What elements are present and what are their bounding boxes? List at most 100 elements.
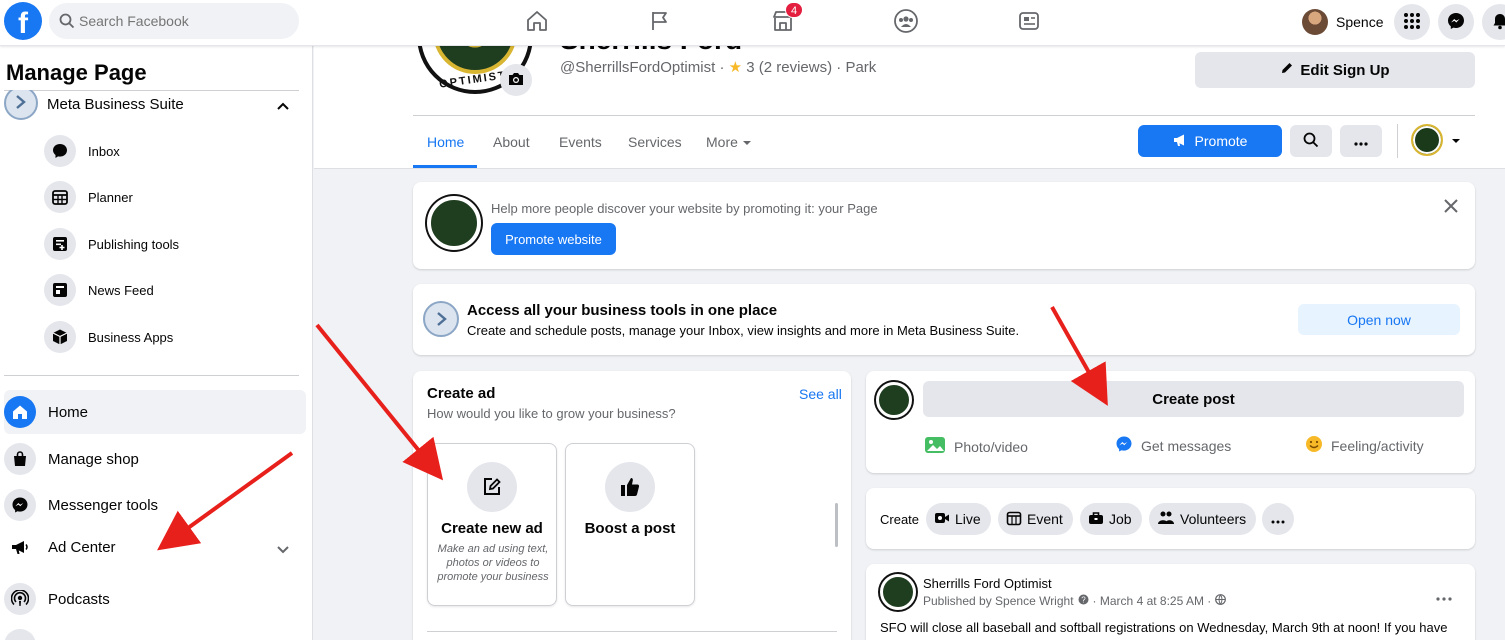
thumbs-up-icon xyxy=(605,462,655,512)
tab-about[interactable]: About xyxy=(493,134,530,150)
tabs-divider xyxy=(413,115,1475,116)
suite-card-title: Access all your business tools in one pl… xyxy=(467,302,778,319)
chevron-up-icon[interactable] xyxy=(276,98,290,114)
tab-services[interactable]: Services xyxy=(628,134,682,150)
sidebar-item-label: Ad Center xyxy=(48,538,116,556)
sidebar-item-label: Business Apps xyxy=(88,329,174,345)
photo-icon xyxy=(924,435,946,458)
menu-button[interactable] xyxy=(1394,4,1430,40)
tab-events[interactable]: Events xyxy=(559,134,602,150)
tab-home[interactable]: Home xyxy=(427,134,464,150)
caret-down-icon xyxy=(742,134,752,150)
help-icon[interactable]: ? xyxy=(1078,594,1089,608)
post-card: Sherrills Ford Optimist Published by Spe… xyxy=(866,564,1475,640)
chip-job[interactable]: Job xyxy=(1080,503,1142,535)
close-icon[interactable] xyxy=(1443,198,1459,217)
create-new-ad-title: Create new ad xyxy=(441,520,543,537)
open-now-button[interactable]: Open now xyxy=(1298,304,1460,335)
page-switcher[interactable] xyxy=(1411,124,1461,156)
edit-sign-up-label: Edit Sign Up xyxy=(1300,61,1390,79)
newspaper-icon xyxy=(1017,9,1041,36)
create-post-button[interactable]: Create post xyxy=(923,381,1464,417)
feeling-activity-action[interactable]: Feeling/activity xyxy=(1305,435,1424,456)
post-publisher: Published by Spence Wright xyxy=(923,594,1074,608)
user-name: Spence xyxy=(1336,14,1384,30)
chip-job-label: Job xyxy=(1109,511,1132,527)
chat-bubble-icon xyxy=(44,135,76,167)
sidebar-item-publishing-tools[interactable]: Publishing tools xyxy=(44,227,179,261)
edit-sign-up-button[interactable]: Edit Sign Up xyxy=(1195,52,1475,88)
nav-news[interactable] xyxy=(1007,0,1051,44)
sidebar-next-item[interactable] xyxy=(4,629,36,640)
cube-icon xyxy=(44,321,76,353)
chip-live-label: Live xyxy=(955,511,981,527)
boost-post-tile[interactable]: Boost a post xyxy=(565,443,695,606)
promote-label: Promote xyxy=(1194,133,1248,149)
page-avatar-small xyxy=(427,196,481,250)
scrollbar[interactable] xyxy=(835,503,838,547)
chip-event-label: Event xyxy=(1027,511,1063,527)
news-feed-icon xyxy=(44,274,76,306)
promote-website-button[interactable]: Promote website xyxy=(491,223,616,255)
sidebar-item-manage-shop[interactable]: Manage shop xyxy=(4,437,306,481)
suite-card-text: Create and schedule posts, manage your I… xyxy=(467,323,1020,338)
sidebar-item-home[interactable]: Home xyxy=(4,390,306,434)
promote-website-card: Help more people discover your website b… xyxy=(413,182,1475,269)
photo-video-action[interactable]: Photo/video xyxy=(924,435,1028,458)
profile-shortcut[interactable]: Spence xyxy=(1302,8,1383,36)
nav-marketplace[interactable]: 4 xyxy=(761,0,805,44)
nav-home[interactable] xyxy=(515,0,559,44)
header-separator xyxy=(1397,124,1398,158)
notifications-button[interactable] xyxy=(1482,4,1505,40)
messenger-button[interactable] xyxy=(1438,4,1474,40)
sidebar-item-podcasts[interactable]: Podcasts xyxy=(4,577,306,621)
volunteers-icon xyxy=(1157,510,1180,529)
megaphone-icon xyxy=(1173,133,1189,150)
messenger-icon xyxy=(1447,12,1465,33)
create-label: Create xyxy=(880,512,920,527)
promote-button[interactable]: Promote xyxy=(1138,125,1282,157)
sidebar-item-business-apps[interactable]: Business Apps xyxy=(44,320,173,354)
chip-more[interactable] xyxy=(1262,503,1294,535)
sidebar-item-messenger-tools[interactable]: Messenger tools xyxy=(4,483,306,527)
see-all-link[interactable]: See all xyxy=(799,386,842,402)
sidebar-item-news-feed[interactable]: News Feed xyxy=(44,273,154,307)
post-date[interactable]: March 4 at 8:25 AM xyxy=(1100,594,1204,608)
create-new-ad-tile[interactable]: Create new ad Make an ad using text, pho… xyxy=(427,443,557,606)
nav-groups[interactable] xyxy=(884,0,928,44)
sidebar-item-ad-center[interactable]: Ad Center xyxy=(4,525,306,569)
search-box[interactable] xyxy=(49,3,299,39)
search-icon xyxy=(1303,132,1319,151)
sidebar-title: Manage Page xyxy=(6,60,147,85)
tab-more[interactable]: More xyxy=(706,134,752,150)
ellipsis-icon xyxy=(1354,133,1368,149)
meta-business-suite-link[interactable]: Meta Business Suite xyxy=(47,96,184,113)
sidebar-item-planner[interactable]: Planner xyxy=(44,180,133,214)
tab-more-label: More xyxy=(706,134,738,150)
chip-event[interactable]: Event xyxy=(998,503,1073,535)
post-author[interactable]: Sherrills Ford Optimist xyxy=(923,576,1052,591)
page-avatar-small xyxy=(880,574,916,610)
chip-live[interactable]: Live xyxy=(926,503,991,535)
facebook-logo[interactable]: f xyxy=(4,2,42,40)
nav-pages[interactable] xyxy=(638,0,682,44)
page-category[interactable]: Park xyxy=(845,59,876,76)
page-rating[interactable]: 3 (2 reviews) xyxy=(746,59,832,76)
sidebar-item-label: News Feed xyxy=(88,282,154,298)
page-search-button[interactable] xyxy=(1290,125,1332,157)
post-options-icon[interactable] xyxy=(1436,588,1452,604)
user-avatar xyxy=(1302,9,1328,35)
chevron-down-icon[interactable] xyxy=(276,542,290,559)
get-messages-action[interactable]: Get messages xyxy=(1115,435,1231,456)
smiley-icon xyxy=(1305,435,1323,456)
grid-menu-icon xyxy=(1403,12,1421,33)
chip-volunteers-label: Volunteers xyxy=(1180,511,1247,527)
sidebar-item-inbox[interactable]: Inbox xyxy=(44,134,120,168)
chip-volunteers[interactable]: Volunteers xyxy=(1149,503,1257,535)
search-input[interactable] xyxy=(79,3,289,39)
create-ad-subtitle: How would you like to grow your business… xyxy=(427,406,676,421)
page-more-options-button[interactable] xyxy=(1340,125,1382,157)
calendar-icon xyxy=(44,181,76,213)
camera-button[interactable] xyxy=(500,64,532,96)
page-handle[interactable]: @SherrillsFordOptimist xyxy=(560,59,715,76)
